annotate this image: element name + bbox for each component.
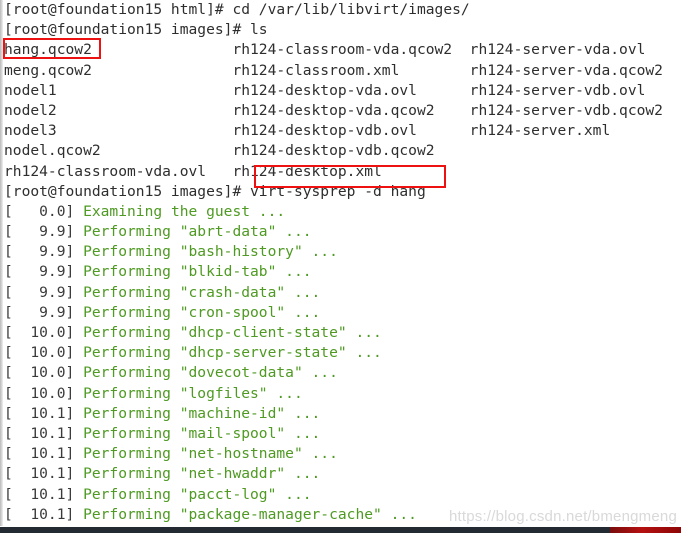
window-bottom-bar-accent — [610, 527, 681, 533]
log-message: Performing "logfiles" ... — [83, 384, 303, 402]
log-message: Performing "package-manager-cache" ... — [83, 505, 417, 523]
log-message: Performing "machine-id" ... — [83, 404, 321, 422]
log-timestamp: [ 9.9] — [4, 303, 84, 321]
sysprep-log-line: [ 10.0] Performing "logfiles" ... — [4, 384, 681, 404]
sysprep-log-line: [ 10.0] Performing "dhcp-client-state" .… — [4, 323, 681, 343]
log-message: Performing "dhcp-server-state" ... — [83, 344, 382, 362]
log-timestamp: [ 9.9] — [4, 283, 84, 301]
shell-command: virt-sysprep -d hang — [250, 182, 426, 200]
ls-output-row: nodel.qcow2 rh124-desktop-vdb.qcow2 — [4, 141, 681, 161]
shell-command: cd /var/lib/libvirt/images/ — [232, 1, 470, 18]
log-message: Performing "dovecot-data" ... — [83, 364, 338, 382]
log-message: Performing "mail-spool" ... — [83, 424, 321, 442]
ls-output-row: nodel1 rh124-desktop-vda.ovl rh124-serve… — [4, 81, 681, 101]
log-timestamp: [ 10.0] — [4, 384, 84, 402]
sysprep-log-line: [ 10.0] Performing "dovecot-data" ... — [4, 363, 681, 383]
terminal-output[interactable]: [root@foundation15 html]# cd /var/lib/li… — [4, 0, 681, 533]
sysprep-log-line: [ 10.1] Performing "net-hostname" ... — [4, 444, 681, 464]
log-timestamp: [ 9.9] — [4, 243, 84, 261]
shell-command: ls — [250, 21, 268, 39]
sysprep-log-line: [ 9.9] Performing "blkid-tab" ... — [4, 262, 681, 282]
log-message: Performing "net-hostname" ... — [83, 445, 338, 463]
log-message: Examining the guest ... — [83, 202, 286, 220]
ls-filenames: nodel.qcow2 rh124-desktop-vdb.qcow2 — [4, 142, 435, 160]
terminal-prompt-line: [root@foundation15 images]# virt-sysprep… — [4, 182, 681, 202]
terminal-prompt-line: [root@foundation15 images]# ls — [4, 20, 681, 40]
log-timestamp: [ 10.0] — [4, 344, 84, 362]
ls-filenames: nodel1 rh124-desktop-vda.ovl rh124-serve… — [4, 81, 646, 99]
ls-output-row: nodel2 rh124-desktop-vda.qcow2 rh124-ser… — [4, 101, 681, 121]
shell-prompt: [root@foundation15 images]# — [4, 21, 251, 39]
log-message: Performing "net-hwaddr" ... — [83, 465, 321, 483]
sysprep-log-line: [ 9.9] Performing "cron-spool" ... — [4, 303, 681, 323]
log-message: Performing "crash-data" ... — [83, 283, 321, 301]
shell-prompt: [root@foundation15 images]# — [4, 182, 251, 200]
sysprep-log-line: [ 9.9] Performing "abrt-data" ... — [4, 222, 681, 242]
ls-filenames: nodel3 rh124-desktop-vdb.ovl rh124-serve… — [4, 122, 611, 140]
ls-filenames: nodel2 rh124-desktop-vda.qcow2 rh124-ser… — [4, 101, 663, 119]
log-timestamp: [ 10.1] — [4, 445, 84, 463]
sysprep-log-line: [ 10.1] Performing "package-manager-cach… — [4, 505, 681, 525]
sysprep-log-line: [ 10.1] Performing "machine-id" ... — [4, 404, 681, 424]
window-bottom-bar — [0, 527, 681, 533]
sysprep-log-line: [ 10.1] Performing "pacct-log" ... — [4, 485, 681, 505]
log-timestamp: [ 0.0] — [4, 202, 84, 220]
ls-filenames: hang.qcow2 rh124-classroom-vda.qcow2 rh1… — [4, 41, 646, 59]
terminal-window: [root@foundation15 html]# cd /var/lib/li… — [0, 0, 681, 533]
log-message: Performing "abrt-data" ... — [83, 223, 312, 241]
sysprep-log-line: [ 10.0] Performing "dhcp-server-state" .… — [4, 343, 681, 363]
log-timestamp: [ 10.1] — [4, 485, 84, 503]
log-timestamp: [ 9.9] — [4, 223, 84, 241]
terminal-prompt-line: [root@foundation15 html]# cd /var/lib/li… — [4, 0, 681, 20]
ls-output-row: meng.qcow2 rh124-classroom.xml rh124-ser… — [4, 61, 681, 81]
log-timestamp: [ 10.1] — [4, 465, 84, 483]
sysprep-log-line: [ 9.9] Performing "crash-data" ... — [4, 283, 681, 303]
log-message: Performing "blkid-tab" ... — [83, 263, 312, 281]
shell-prompt: [root@foundation15 html]# — [4, 1, 233, 18]
sysprep-log-line: [ 0.0] Examining the guest ... — [4, 202, 681, 222]
log-timestamp: [ 10.0] — [4, 364, 84, 382]
ls-output-row: rh124-classroom-vda.ovl rh124-desktop.xm… — [4, 162, 681, 182]
log-timestamp: [ 10.1] — [4, 424, 84, 442]
log-timestamp: [ 10.1] — [4, 505, 84, 523]
sysprep-log-line: [ 9.9] Performing "bash-history" ... — [4, 242, 681, 262]
ls-filenames: rh124-classroom-vda.ovl rh124-desktop.xm… — [4, 162, 382, 180]
ls-output-row: hang.qcow2 rh124-classroom-vda.qcow2 rh1… — [4, 40, 681, 60]
sysprep-log-line: [ 10.1] Performing "net-hwaddr" ... — [4, 464, 681, 484]
log-timestamp: [ 10.1] — [4, 404, 84, 422]
log-message: Performing "pacct-log" ... — [83, 485, 312, 503]
log-timestamp: [ 10.0] — [4, 324, 84, 341]
window-left-border — [0, 0, 3, 527]
log-message: Performing "bash-history" ... — [83, 243, 338, 261]
log-timestamp: [ 9.9] — [4, 263, 84, 281]
ls-filenames: meng.qcow2 rh124-classroom.xml rh124-ser… — [4, 61, 663, 79]
ls-output-row: nodel3 rh124-desktop-vdb.ovl rh124-serve… — [4, 121, 681, 141]
log-message: Performing "cron-spool" ... — [83, 303, 321, 321]
log-message: Performing "dhcp-client-state" ... — [83, 324, 382, 341]
sysprep-log-line: [ 10.1] Performing "mail-spool" ... — [4, 424, 681, 444]
